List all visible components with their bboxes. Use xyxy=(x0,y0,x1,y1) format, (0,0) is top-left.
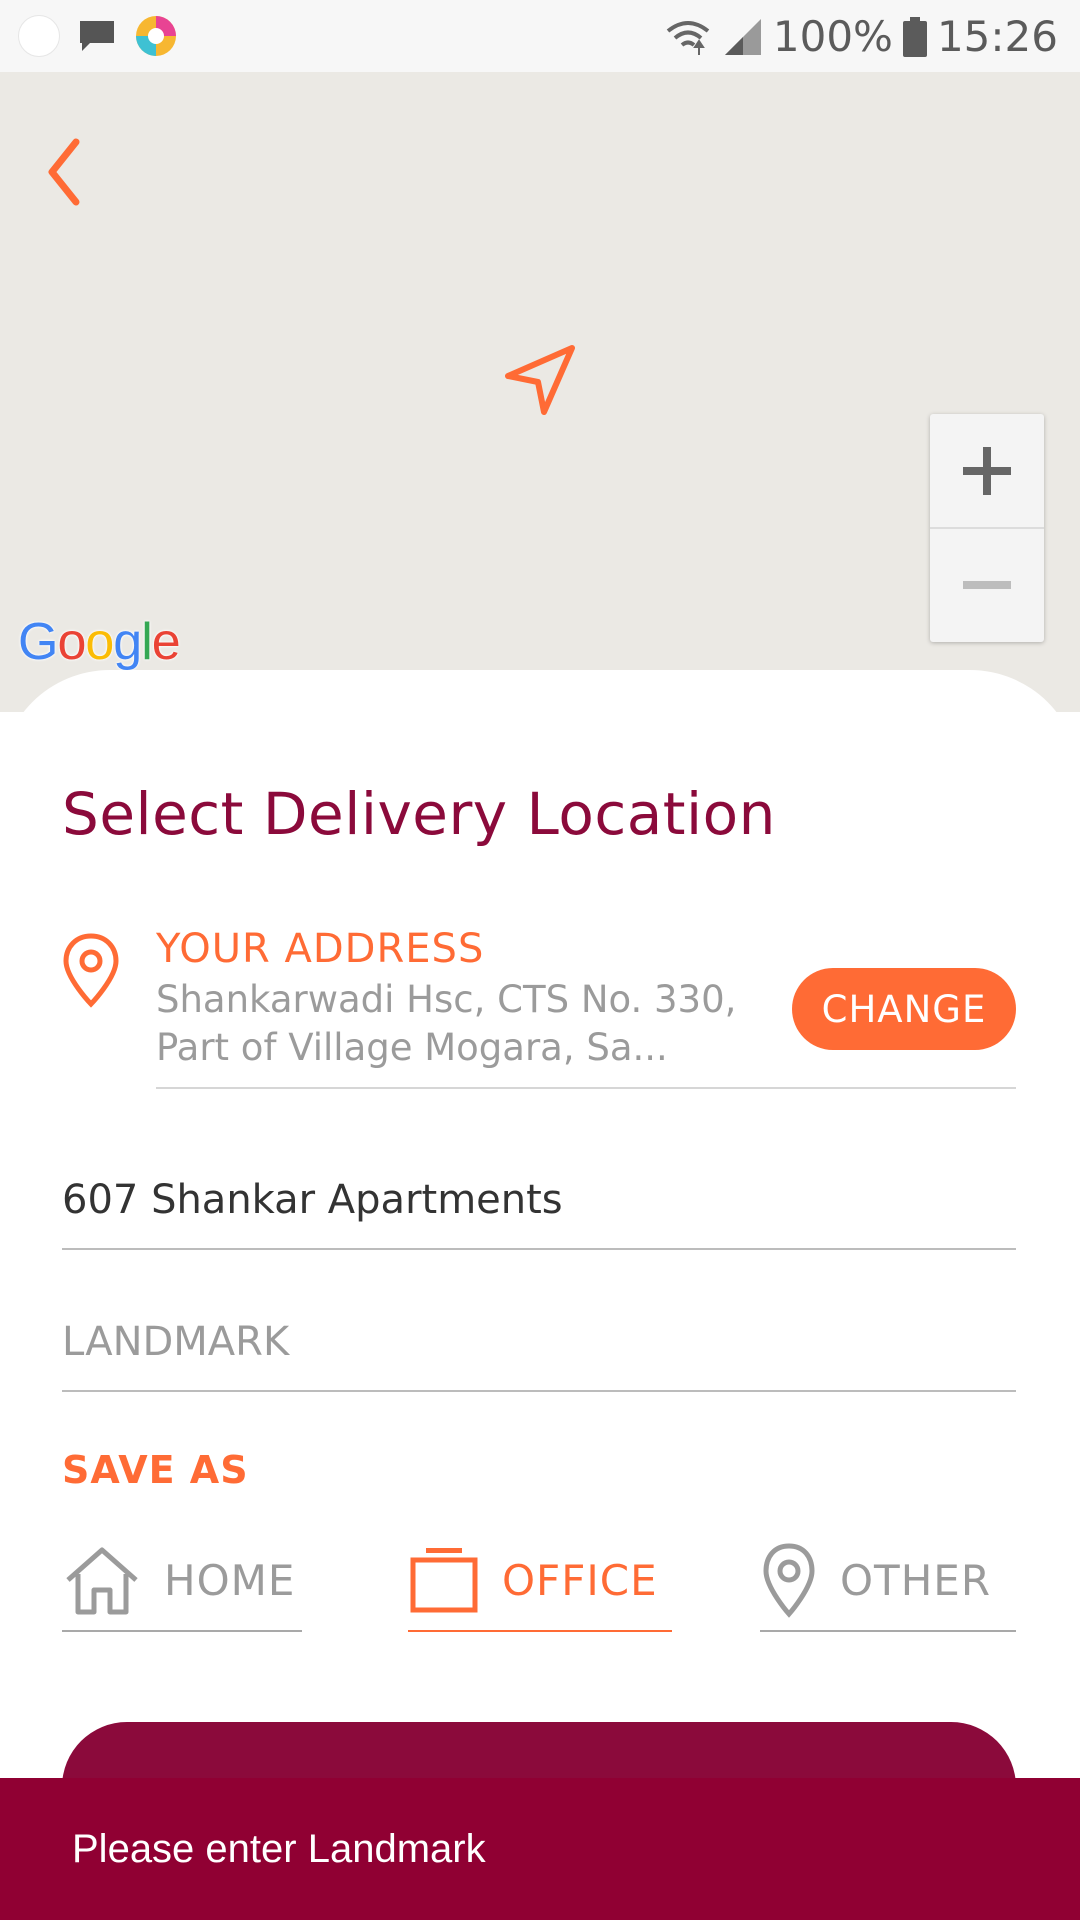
divider xyxy=(62,1390,1016,1392)
zoom-in-icon xyxy=(963,446,1011,495)
snackbar-message: Please enter Landmark xyxy=(72,1826,486,1871)
location-pin-icon xyxy=(63,933,119,1008)
google-logo: Google xyxy=(18,613,181,671)
save-as-other-option[interactable]: OTHER xyxy=(760,1530,1016,1632)
chat-icon xyxy=(80,21,114,51)
snackbar: Please enter Landmark xyxy=(0,1778,1080,1920)
status-bar: 100% 15:26 xyxy=(0,0,1080,72)
battery-icon xyxy=(902,16,927,57)
divider xyxy=(62,1248,1016,1250)
zoom-out-icon xyxy=(963,580,1011,589)
signal-icon xyxy=(724,18,761,55)
zoom-in-button[interactable] xyxy=(930,414,1044,529)
wifi-icon xyxy=(666,20,710,55)
save-as-home-option[interactable]: HOME xyxy=(62,1530,302,1632)
zoom-out-button[interactable] xyxy=(930,528,1044,641)
app-icon xyxy=(136,16,176,56)
back-icon[interactable] xyxy=(40,132,90,212)
address-text: Shankarwadi Hsc, CTS No. 330, Part of Vi… xyxy=(156,978,737,1069)
office-option-label: OFFICE xyxy=(502,1555,658,1605)
home-option-label: HOME xyxy=(164,1555,296,1605)
flat-address-input[interactable] xyxy=(62,1160,1016,1240)
save-as-office-option[interactable]: OFFICE xyxy=(408,1530,672,1632)
divider xyxy=(156,1087,1016,1089)
delivery-location-sheet: Select Delivery Location YOUR ADDRESS Sh… xyxy=(0,670,1080,1920)
landmark-input[interactable] xyxy=(62,1302,1016,1382)
battery-percent: 100% xyxy=(772,12,893,61)
save-as-label: SAVE AS xyxy=(62,1448,249,1492)
change-address-button[interactable]: CHANGE xyxy=(792,968,1016,1050)
clock: 15:26 xyxy=(936,12,1058,61)
other-option-label: OTHER xyxy=(840,1555,992,1605)
navigation-icon[interactable] xyxy=(500,340,580,420)
map-view[interactable]: Google xyxy=(0,72,1080,712)
home-icon xyxy=(66,1547,138,1615)
notification-dot-icon xyxy=(18,15,60,57)
office-icon xyxy=(410,1548,478,1613)
page-title: Select Delivery Location xyxy=(62,780,776,848)
zoom-controls xyxy=(930,414,1044,642)
address-label: YOUR ADDRESS xyxy=(156,926,485,972)
other-pin-icon xyxy=(763,1543,815,1618)
